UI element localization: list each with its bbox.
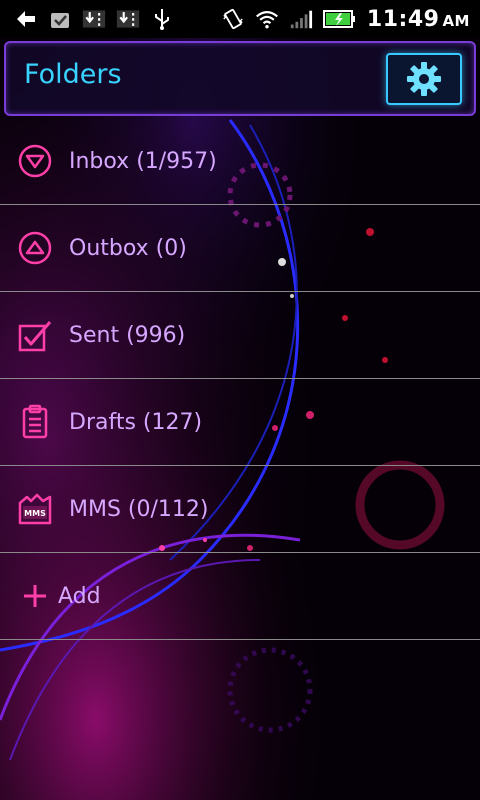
add-label: Add [58, 583, 101, 609]
divider [0, 639, 480, 640]
status-bar: 11:49 AM [0, 0, 480, 38]
settings-button[interactable] [386, 53, 462, 105]
page-title: Folders [24, 59, 122, 90]
task-check-icon [48, 7, 72, 31]
folder-item-drafts[interactable]: Drafts (127) [0, 379, 480, 465]
folder-label: Drafts (127) [69, 409, 203, 435]
folders-header: Folders [4, 41, 476, 116]
signal-icon [289, 7, 313, 31]
drafts-clipboard-icon [17, 404, 53, 440]
mms-badge-text: MMS [24, 509, 46, 518]
download-icon [116, 7, 140, 31]
folder-label: MMS (0/112) [69, 496, 209, 522]
add-folder-button[interactable]: Add [0, 553, 480, 639]
folder-item-sent[interactable]: Sent (996) [0, 292, 480, 378]
folder-label: Outbox (0) [69, 235, 187, 261]
download-icon [82, 7, 106, 31]
folder-label: Inbox (1/957) [69, 148, 217, 174]
folder-item-outbox[interactable]: Outbox (0) [0, 205, 480, 291]
clock: 11:49 AM [366, 6, 470, 32]
outbox-arrow-up-icon [17, 230, 53, 266]
sent-check-icon [17, 317, 53, 353]
vibrate-icon [221, 7, 245, 31]
folder-label: Sent (996) [69, 322, 186, 348]
gear-icon [407, 62, 441, 96]
wifi-icon [255, 7, 279, 31]
inbox-arrow-down-icon [17, 143, 53, 179]
mms-icon: MMS [17, 491, 53, 527]
back-icon [14, 7, 38, 31]
battery-charging-icon [322, 7, 357, 31]
folder-item-inbox[interactable]: Inbox (1/957) [0, 118, 480, 204]
folder-list: Inbox (1/957) Outbox (0) Sent (996) Draf… [0, 118, 480, 640]
usb-icon [150, 7, 174, 31]
plus-icon [22, 578, 48, 614]
folder-item-mms[interactable]: MMS MMS (0/112) [0, 466, 480, 552]
